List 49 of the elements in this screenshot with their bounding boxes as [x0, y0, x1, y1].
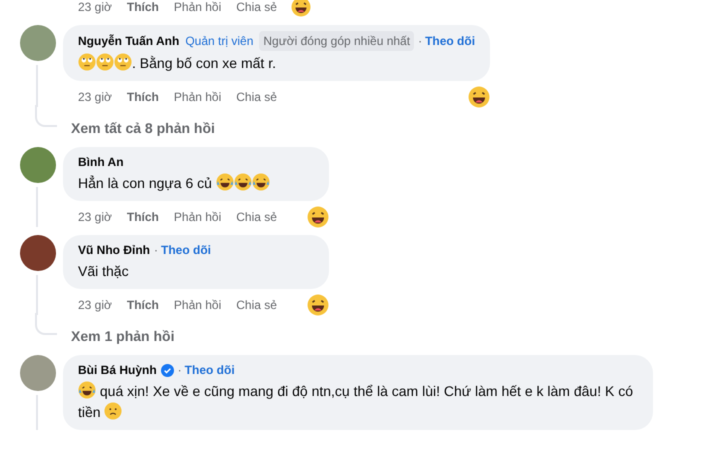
share-button[interactable]: Chia sẻ	[236, 296, 277, 314]
laughing-tears-face-icon	[78, 381, 96, 399]
separator-dot: ·	[178, 362, 182, 379]
laughing-face-icon[interactable]	[306, 206, 329, 228]
avatar[interactable]	[20, 235, 56, 271]
reply-button[interactable]: Phản hồi	[174, 88, 222, 106]
avatar[interactable]	[20, 147, 56, 183]
follow-link[interactable]: Theo dõi	[425, 32, 476, 50]
like-button[interactable]: Thích	[126, 296, 159, 314]
comment-time: 23 giờ	[78, 209, 112, 226]
follow-link[interactable]: Theo dõi	[184, 361, 235, 379]
comment-time: 23 giờ	[78, 297, 112, 314]
comment-time: 23 giờ	[78, 89, 112, 106]
author-name[interactable]: Vũ Nho Đỉnh	[78, 241, 150, 259]
view-replies-link[interactable]: Xem 1 phản hồi	[71, 326, 174, 347]
comment-text: Vãi thặc	[78, 262, 130, 281]
share-button[interactable]: Chia sẻ	[236, 88, 277, 106]
laughing-face-icon[interactable]	[306, 294, 329, 316]
reaction-face-icon[interactable]	[290, 0, 311, 17]
share-button[interactable]: Chia sẻ	[236, 0, 277, 16]
comment-text: quá xịn! Xe về e cũng mang đi độ ntn,cụ thể là cam lùi! Chứ làm hết e k làm đâu! K có tiền	[78, 381, 634, 422]
reply-button[interactable]: Phản hồi	[174, 208, 222, 226]
laughing-tears-face-icon	[252, 173, 270, 191]
eye-roll-face-icon	[78, 53, 96, 71]
author-name[interactable]: Nguyễn Tuấn Anh	[78, 32, 180, 50]
comment-text: . Bằng bố con xe mất r.	[78, 53, 476, 74]
sad-face-icon	[104, 402, 122, 420]
share-button[interactable]: Chia sẻ	[236, 208, 277, 226]
comment-text: Hẳn là con ngựa 6 củ	[78, 173, 314, 194]
laughing-tears-face-icon	[234, 173, 252, 191]
author-name[interactable]: Bùi Bá Huỳnh	[78, 361, 157, 379]
reply-button[interactable]: Phản hồi	[174, 296, 222, 314]
contributor-badge: Người đóng góp nhiều nhất	[259, 31, 414, 51]
like-button[interactable]: Thích	[126, 88, 159, 106]
role-label: Quản trị viên	[185, 33, 254, 50]
laughing-tears-face-icon	[216, 173, 234, 191]
follow-link[interactable]: Theo dõi	[161, 241, 211, 259]
view-replies-link[interactable]: Xem tất cả 8 phản hồi	[71, 118, 215, 139]
reply-button[interactable]: Phản hồi	[174, 0, 222, 16]
separator-dot: ·	[418, 33, 422, 50]
laughing-face-icon[interactable]	[468, 86, 490, 108]
author-name[interactable]: Bình An	[78, 153, 124, 171]
eye-roll-face-icon	[96, 53, 114, 71]
verified-badge-icon	[160, 364, 174, 376]
eye-roll-face-icon	[114, 53, 132, 71]
like-button[interactable]: Thích	[126, 208, 159, 226]
comment-time: 23 giờ	[78, 0, 112, 16]
like-button[interactable]: Thích	[126, 0, 159, 16]
separator-dot: ·	[154, 242, 158, 259]
